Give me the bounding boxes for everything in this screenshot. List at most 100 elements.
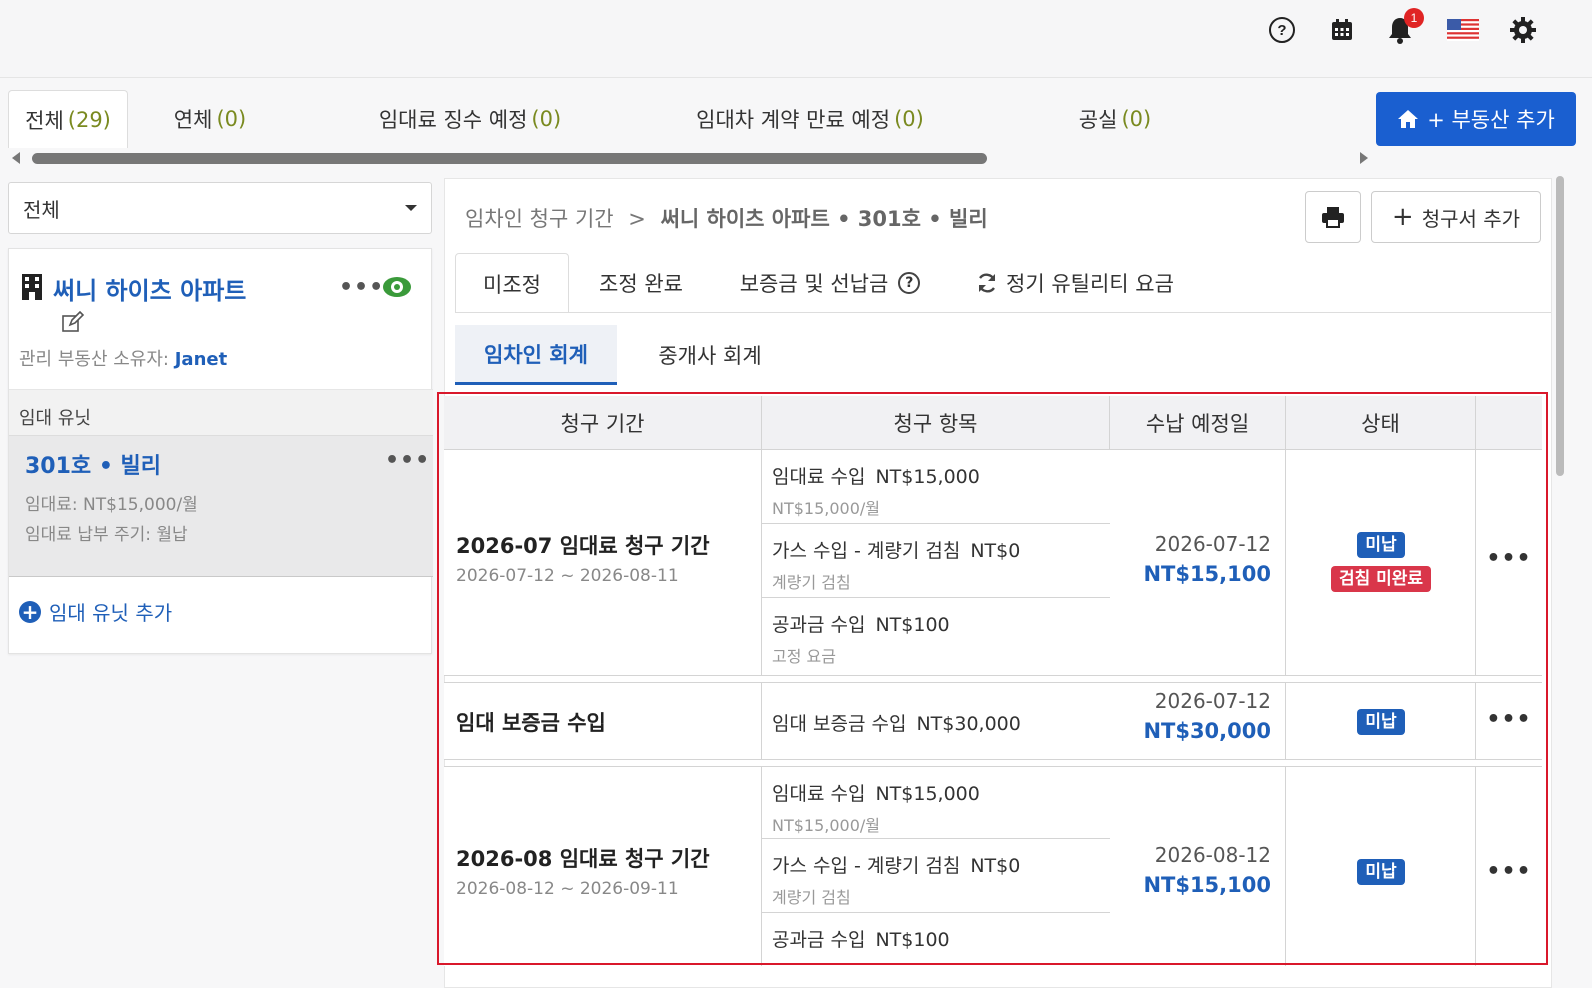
edit-icon[interactable] bbox=[61, 311, 85, 333]
tab-unreconciled[interactable]: 미조정 bbox=[455, 253, 569, 313]
due-date: 2026-07-12 bbox=[1154, 532, 1271, 556]
unit-payment-cycle: 임대료 납부 주기: 월납 bbox=[25, 525, 188, 545]
owner-label: 관리 부동산 소유자: bbox=[19, 349, 169, 370]
tab-overdue[interactable]: 연체 (0) bbox=[140, 90, 280, 148]
chevron-down-icon bbox=[405, 205, 417, 211]
tab-overdue-label: 연체 bbox=[173, 108, 213, 132]
scrollbar-thumb[interactable] bbox=[32, 153, 987, 164]
notification-bell-icon[interactable]: 1 bbox=[1382, 8, 1424, 48]
printer-icon bbox=[1322, 207, 1344, 228]
tab-unreconciled-label: 미조정 bbox=[483, 272, 541, 297]
item-amount: NT$30,000 bbox=[916, 713, 1021, 735]
tab-all[interactable]: 전체 (29) bbox=[8, 90, 128, 148]
tab-agent-accounting[interactable]: 중개사 회계 bbox=[635, 325, 785, 385]
property-more-options-icon[interactable]: ••• bbox=[339, 275, 384, 300]
status-cell: 미납 bbox=[1286, 683, 1476, 759]
add-property-button[interactable]: + 부동산 추가 bbox=[1376, 92, 1576, 146]
billing-item: 임대료 수입 NT$15,000 NT$15,000/월 bbox=[762, 767, 1110, 839]
tab-rent-due-label: 임대료 징수 예정 bbox=[378, 108, 528, 132]
billing-item: 가스 수입 - 계량기 검침 NT$0 계량기 검침 bbox=[762, 839, 1110, 913]
unit-more-options-icon[interactable]: ••• bbox=[385, 448, 430, 473]
item-amount: NT$0 bbox=[970, 855, 1021, 877]
unit-item-selected[interactable]: 301호 • 빌리 ••• 임대료: NT$15,000/월 임대료 납부 주기… bbox=[9, 435, 433, 577]
tab-rent-due[interactable]: 임대료 징수 예정 (0) bbox=[350, 90, 590, 148]
item-name: 임대료 수입 bbox=[772, 466, 866, 488]
add-invoice-button[interactable]: + 청구서 추가 bbox=[1371, 191, 1541, 243]
tab-reconciled[interactable]: 조정 완료 bbox=[581, 253, 701, 313]
item-name: 가스 수입 - 계량기 검침 bbox=[772, 855, 961, 877]
item-amount: NT$0 bbox=[970, 540, 1021, 562]
unit-name-link[interactable]: 301호 • 빌리 bbox=[25, 448, 161, 480]
item-name: 가스 수입 - 계량기 검침 bbox=[772, 540, 961, 562]
plus-circle-icon: + bbox=[19, 600, 41, 623]
breadcrumb-section[interactable]: 임차인 청구 기간 bbox=[465, 207, 614, 231]
owner-name[interactable]: Janet bbox=[175, 349, 227, 370]
tab-all-count: (29) bbox=[67, 107, 111, 132]
property-name-link[interactable]: 써니 하이츠 아파트 bbox=[53, 271, 246, 306]
property-owner: 관리 부동산 소유자: Janet bbox=[19, 345, 227, 371]
tab-deposits-prepayments[interactable]: 보증금 및 선납금? bbox=[725, 253, 935, 313]
tab-agent-accounting-label: 중개사 회계 bbox=[658, 344, 762, 368]
add-invoice-label: 청구서 추가 bbox=[1421, 206, 1521, 231]
status-badge-unpaid: 미납 bbox=[1357, 709, 1405, 735]
item-note: NT$15,000/월 bbox=[772, 816, 881, 835]
billing-item: 공과금 수입 NT$100 고정 요금 bbox=[762, 598, 1110, 676]
item-note: NT$15,000/월 bbox=[772, 499, 881, 518]
tab-lease-expiring-label: 임대차 계약 만료 예정 bbox=[696, 108, 891, 132]
header-actions bbox=[1476, 396, 1542, 450]
building-icon bbox=[22, 274, 42, 300]
header-billing-period: 청구 기간 bbox=[444, 396, 762, 450]
billing-item: 임대 보증금 수입 NT$30,000 bbox=[762, 683, 1110, 761]
row-more-options-icon[interactable]: ••• bbox=[1476, 546, 1542, 571]
row-more-options-icon[interactable]: ••• bbox=[1476, 707, 1542, 732]
tab-vacant-label: 공실 bbox=[1078, 108, 1118, 132]
calendar-icon[interactable] bbox=[1324, 12, 1360, 48]
billing-item: 가스 수입 - 계량기 검침 NT$0 계량기 검침 bbox=[762, 524, 1110, 598]
table-row[interactable]: 2026-07 임대료 청구 기간 2026-07-12 ~ 2026-08-1… bbox=[444, 450, 1542, 676]
breadcrumb-separator: > bbox=[628, 207, 646, 231]
item-note: 고정 요금 bbox=[772, 647, 836, 666]
status-badge-meter-pending: 검침 미완료 bbox=[1330, 566, 1432, 592]
item-name: 공과금 수입 bbox=[772, 614, 866, 636]
breadcrumb: 임차인 청구 기간 > 써니 하이츠 아파트 • 301호 • 빌리 bbox=[465, 203, 988, 233]
due-cell: 2026-07-12 NT$15,100 bbox=[1110, 450, 1286, 675]
svg-text:?: ? bbox=[1277, 22, 1286, 39]
table-row[interactable]: 2026-08 임대료 청구 기간 2026-08-12 ~ 2026-09-1… bbox=[444, 766, 1542, 966]
item-amount: NT$100 bbox=[875, 614, 950, 636]
item-name: 임대료 수입 bbox=[772, 783, 866, 805]
item-amount: NT$100 bbox=[875, 929, 950, 951]
item-note: 계량기 검침 bbox=[772, 573, 851, 592]
tabs-horizontal-scrollbar[interactable] bbox=[10, 150, 1386, 166]
tab-lease-expiring[interactable]: 임대차 계약 만료 예정 (0) bbox=[660, 90, 960, 148]
page-vertical-scrollbar[interactable] bbox=[1556, 176, 1564, 476]
due-cell: 2026-08-12 NT$15,100 bbox=[1110, 767, 1286, 966]
due-date: 2026-07-12 bbox=[1154, 689, 1271, 713]
status-cell: 미납 bbox=[1286, 767, 1476, 966]
tab-vacant[interactable]: 공실 (0) bbox=[1050, 90, 1180, 148]
breadcrumb-current: 써니 하이츠 아파트 • 301호 • 빌리 bbox=[660, 207, 988, 231]
plus-icon: + bbox=[1391, 202, 1414, 232]
tab-reconciled-label: 조정 완료 bbox=[599, 272, 683, 296]
refresh-icon bbox=[978, 273, 996, 293]
unit-rent: 임대료: NT$15,000/월 bbox=[25, 495, 198, 515]
due-date: 2026-08-12 bbox=[1154, 843, 1271, 867]
add-unit-button[interactable]: + 임대 유닛 추가 bbox=[19, 597, 172, 626]
billing-item: 공과금 수입 NT$100 bbox=[762, 913, 1110, 966]
tab-recurring-utilities[interactable]: 정기 유틸리티 요금 bbox=[965, 253, 1185, 313]
row-more-options-icon[interactable]: ••• bbox=[1476, 859, 1542, 884]
print-button[interactable] bbox=[1305, 191, 1361, 243]
gear-icon[interactable] bbox=[1505, 12, 1541, 48]
property-filter-select[interactable]: 전체 bbox=[8, 182, 432, 234]
tab-tenant-accounting-label: 임차인 회계 bbox=[484, 342, 588, 367]
question-circle-icon[interactable]: ? bbox=[898, 272, 921, 294]
scroll-left-arrow-icon[interactable] bbox=[12, 152, 20, 164]
period-range: 2026-08-12 ~ 2026-09-11 bbox=[456, 879, 679, 899]
tab-rent-due-count: (0) bbox=[531, 107, 562, 131]
table-row[interactable]: 임대 보증금 수입 임대 보증금 수입 NT$30,000 2026-07-12 … bbox=[444, 682, 1542, 760]
eye-icon[interactable] bbox=[381, 275, 413, 299]
scroll-right-arrow-icon[interactable] bbox=[1360, 152, 1368, 164]
help-icon[interactable]: ? bbox=[1264, 12, 1300, 48]
header-billing-items: 청구 항목 bbox=[762, 396, 1110, 450]
us-flag-icon[interactable] bbox=[1444, 12, 1482, 48]
tab-tenant-accounting[interactable]: 임차인 회계 bbox=[455, 325, 617, 385]
